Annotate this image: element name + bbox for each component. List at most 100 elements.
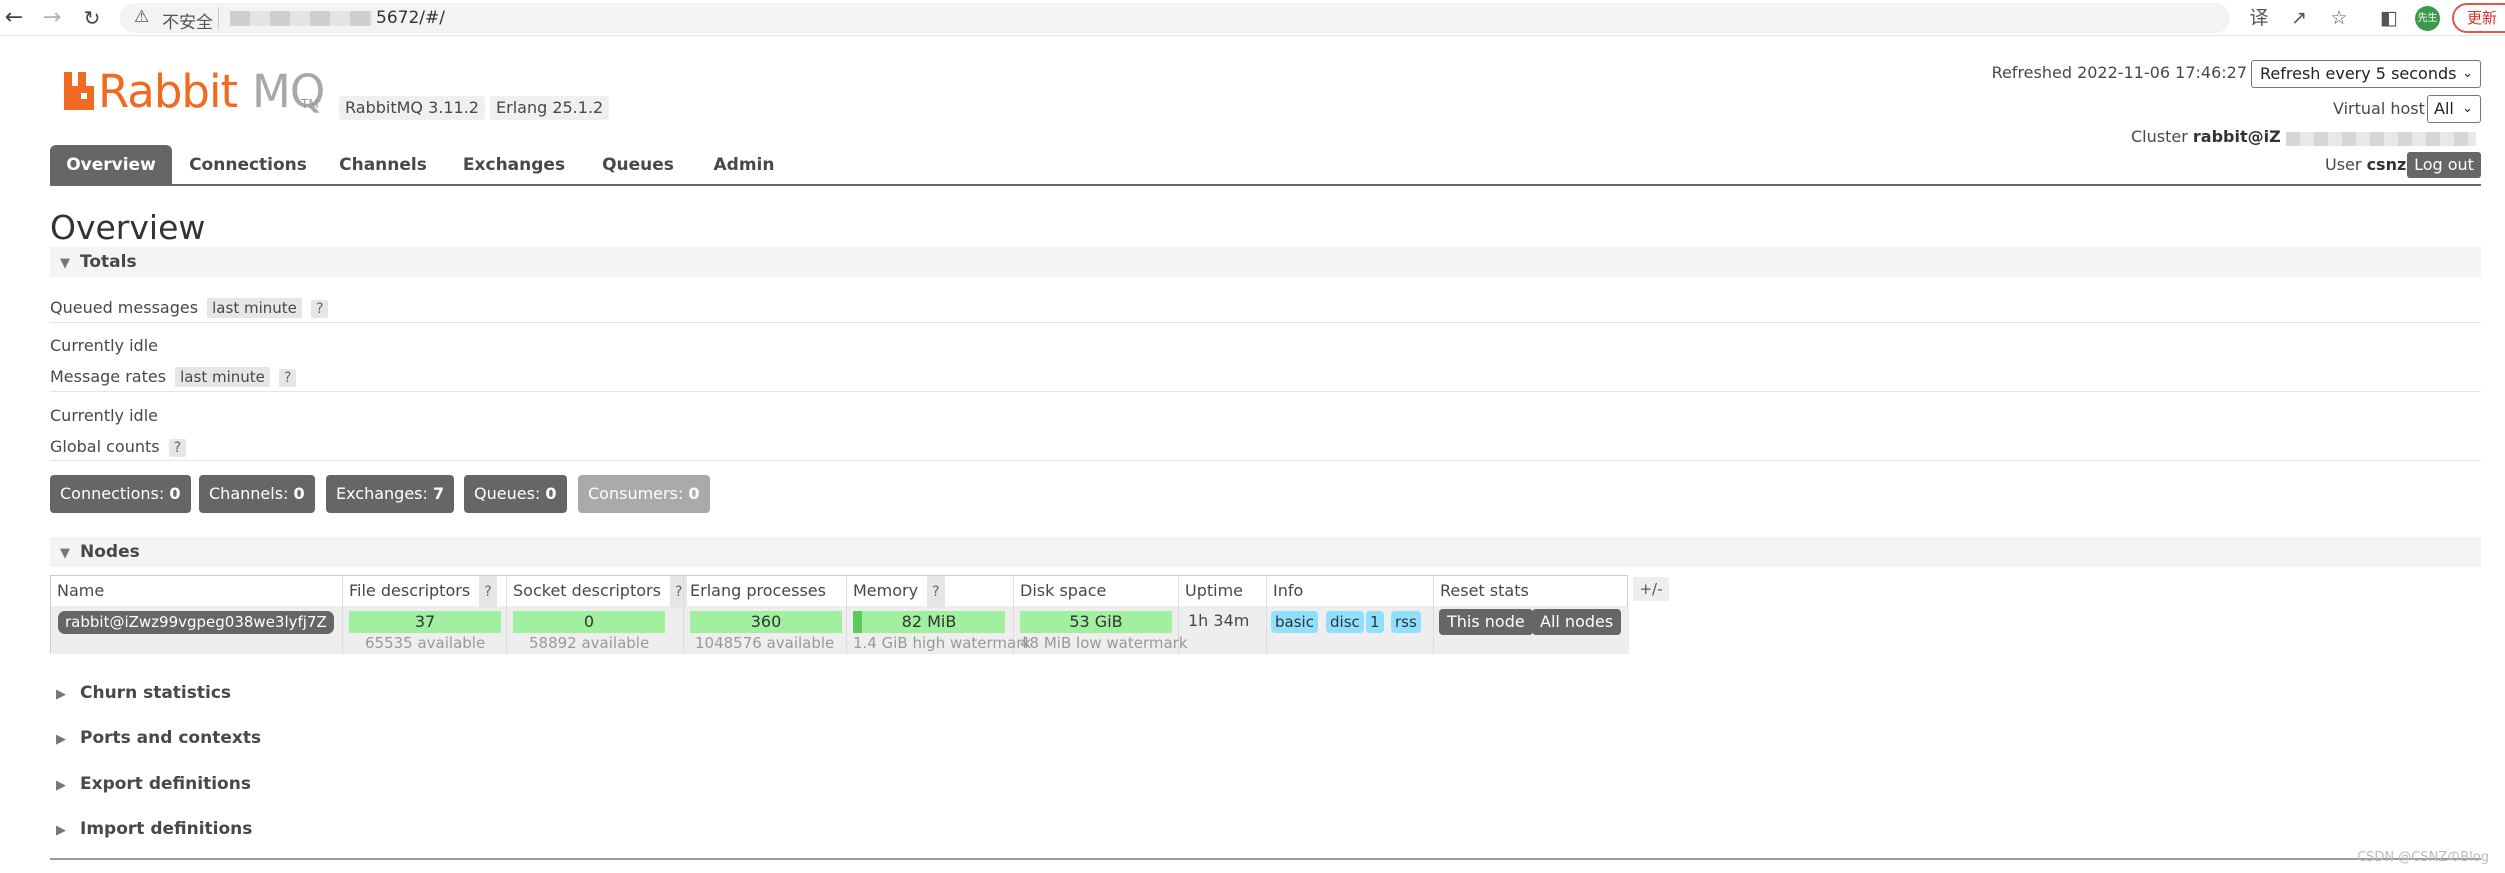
redacted-cluster bbox=[2286, 132, 2476, 146]
profile-avatar[interactable]: 先生 bbox=[2415, 6, 2440, 31]
column-header-info: Info bbox=[1273, 581, 1304, 600]
column-header-memory: Memory ? bbox=[847, 576, 945, 608]
churn-statistics-section-header[interactable]: ▶ Churn statistics bbox=[56, 683, 231, 703]
count-label: Channels: bbox=[209, 484, 289, 503]
forward-icon[interactable]: → bbox=[40, 6, 64, 30]
page-title: Overview bbox=[50, 208, 206, 247]
count-value: 0 bbox=[545, 484, 557, 503]
watermark-text: CSDN @CSNZのBlog bbox=[2357, 850, 2489, 865]
section-heading: Import definitions bbox=[80, 819, 253, 839]
file-descriptors-available: 65535 available bbox=[365, 634, 486, 652]
global-counts-label: Global counts bbox=[50, 437, 160, 456]
nodes-section-header[interactable]: ▼ Nodes bbox=[50, 537, 2481, 567]
reload-icon[interactable]: ↻ bbox=[80, 6, 104, 30]
columns-toggle-button[interactable]: +/- bbox=[1633, 577, 1669, 601]
reset-this-node-button[interactable]: This node bbox=[1439, 609, 1533, 635]
memory-gauge: 82 MiB bbox=[853, 611, 1005, 633]
omnibox-divider bbox=[218, 7, 219, 29]
virtual-host-value: All bbox=[2434, 99, 2454, 118]
socket-descriptors-gauge: 0 bbox=[513, 611, 665, 633]
nodes-table: Name File descriptors ? Socket descripto… bbox=[50, 575, 1629, 654]
triangle-right-icon: ▶ bbox=[56, 732, 66, 747]
column-header-reset-stats: Reset stats bbox=[1440, 581, 1529, 600]
count-value: 0 bbox=[293, 484, 305, 503]
connections-count-button[interactable]: Connections: 0 bbox=[50, 475, 191, 513]
help-icon[interactable]: ? bbox=[927, 576, 945, 608]
info-basic-badge: basic bbox=[1271, 611, 1318, 633]
share-icon[interactable]: ↗ bbox=[2286, 5, 2312, 31]
column-header-socket-descriptors: Socket descriptors ? bbox=[507, 576, 688, 608]
cluster-name: rabbit@iZ bbox=[2192, 127, 2281, 146]
import-definitions-section-header[interactable]: ▶ Import definitions bbox=[56, 819, 252, 839]
tab-connections[interactable]: Connections bbox=[183, 145, 313, 185]
column-divider bbox=[506, 576, 507, 654]
count-value: 0 bbox=[169, 484, 181, 503]
consumers-count-button[interactable]: Consumers: 0 bbox=[578, 475, 710, 513]
chevron-down-icon: ⌄ bbox=[2462, 101, 2473, 116]
ports-and-contexts-section-header[interactable]: ▶ Ports and contexts bbox=[56, 728, 261, 748]
help-icon[interactable]: ? bbox=[168, 439, 187, 457]
column-divider bbox=[1433, 576, 1434, 654]
tab-queues[interactable]: Queues bbox=[590, 145, 686, 185]
column-header-uptime: Uptime bbox=[1185, 581, 1244, 600]
help-icon[interactable]: ? bbox=[479, 576, 497, 608]
translate-icon[interactable]: 译 bbox=[2246, 5, 2272, 31]
memory-high-watermark: 1.4 GiB high watermark bbox=[853, 634, 1032, 652]
section-heading: Ports and contexts bbox=[80, 728, 262, 748]
refresh-interval-select[interactable]: Refresh every 5 seconds ⌄ bbox=[2251, 60, 2481, 88]
tab-overview[interactable]: Overview bbox=[50, 145, 172, 185]
rates-period-toggle[interactable]: last minute bbox=[175, 367, 270, 387]
column-header-file-descriptors: File descriptors ? bbox=[343, 576, 497, 608]
section-heading: Churn statistics bbox=[80, 683, 232, 703]
logout-button[interactable]: Log out bbox=[2407, 152, 2481, 178]
divider bbox=[50, 460, 2481, 461]
cluster-label: Cluster bbox=[2131, 127, 2188, 146]
browser-toolbar: ← → ↻ ⚠ 不安全 5672/#/ 译 ↗ ☆ ◧ 先生 更新 bbox=[0, 0, 2505, 36]
memory-value: 82 MiB bbox=[901, 612, 957, 631]
update-button[interactable]: 更新 bbox=[2452, 3, 2505, 33]
column-header-name: Name bbox=[57, 581, 105, 600]
insecure-label: 不安全 bbox=[162, 13, 213, 33]
tab-exchanges[interactable]: Exchanges bbox=[454, 145, 574, 185]
info-rss-badge: rss bbox=[1391, 611, 1421, 633]
virtual-host-select[interactable]: All ⌄ bbox=[2427, 95, 2481, 123]
memory-gauge-fill bbox=[853, 611, 862, 633]
logo-trademark: TM bbox=[301, 97, 319, 111]
rabbitmq-version-badge: RabbitMQ 3.11.2 bbox=[339, 96, 485, 120]
count-label: Queues: bbox=[474, 484, 541, 503]
channels-count-button[interactable]: Channels: 0 bbox=[199, 475, 315, 513]
count-label: Consumers: bbox=[588, 484, 684, 503]
column-label: Socket descriptors bbox=[513, 581, 661, 600]
column-divider bbox=[683, 576, 684, 654]
user-info: User csnz bbox=[2325, 155, 2406, 174]
queued-status: Currently idle bbox=[50, 336, 158, 355]
address-bar[interactable]: ⚠ 不安全 5672/#/ bbox=[120, 3, 2230, 33]
triangle-right-icon: ▶ bbox=[56, 687, 66, 702]
totals-section-header[interactable]: ▼ Totals bbox=[50, 247, 2481, 277]
chevron-down-icon: ⌄ bbox=[2462, 66, 2473, 81]
side-panel-icon[interactable]: ◧ bbox=[2376, 5, 2402, 31]
help-icon[interactable]: ? bbox=[310, 300, 329, 318]
queued-period-toggle[interactable]: last minute bbox=[207, 298, 302, 318]
bookmark-star-icon[interactable]: ☆ bbox=[2326, 5, 2352, 31]
divider bbox=[50, 391, 2481, 392]
count-label: Exchanges: bbox=[336, 484, 428, 503]
tab-channels[interactable]: Channels bbox=[328, 145, 438, 185]
totals-heading: Totals bbox=[80, 252, 137, 272]
column-divider bbox=[342, 576, 343, 654]
tab-admin[interactable]: Admin bbox=[702, 145, 786, 185]
queued-messages-row: Queued messages last minute ? bbox=[50, 298, 329, 318]
tabs-underline bbox=[50, 184, 2481, 186]
back-icon[interactable]: ← bbox=[2, 6, 26, 30]
refresh-interval-value: Refresh every 5 seconds bbox=[2260, 64, 2457, 83]
count-value: 0 bbox=[688, 484, 700, 503]
redacted-host bbox=[230, 11, 372, 26]
help-icon[interactable]: ? bbox=[278, 369, 297, 387]
exchanges-count-button[interactable]: Exchanges: 7 bbox=[326, 475, 455, 513]
queued-messages-label: Queued messages bbox=[50, 298, 199, 317]
export-definitions-section-header[interactable]: ▶ Export definitions bbox=[56, 774, 251, 794]
node-name-link[interactable]: rabbit@iZwz99vgpeg038we3lyfj7Z bbox=[58, 611, 334, 634]
reset-all-nodes-button[interactable]: All nodes bbox=[1532, 609, 1622, 635]
column-header-disk-space: Disk space bbox=[1020, 581, 1107, 600]
queues-count-button[interactable]: Queues: 0 bbox=[464, 475, 567, 513]
